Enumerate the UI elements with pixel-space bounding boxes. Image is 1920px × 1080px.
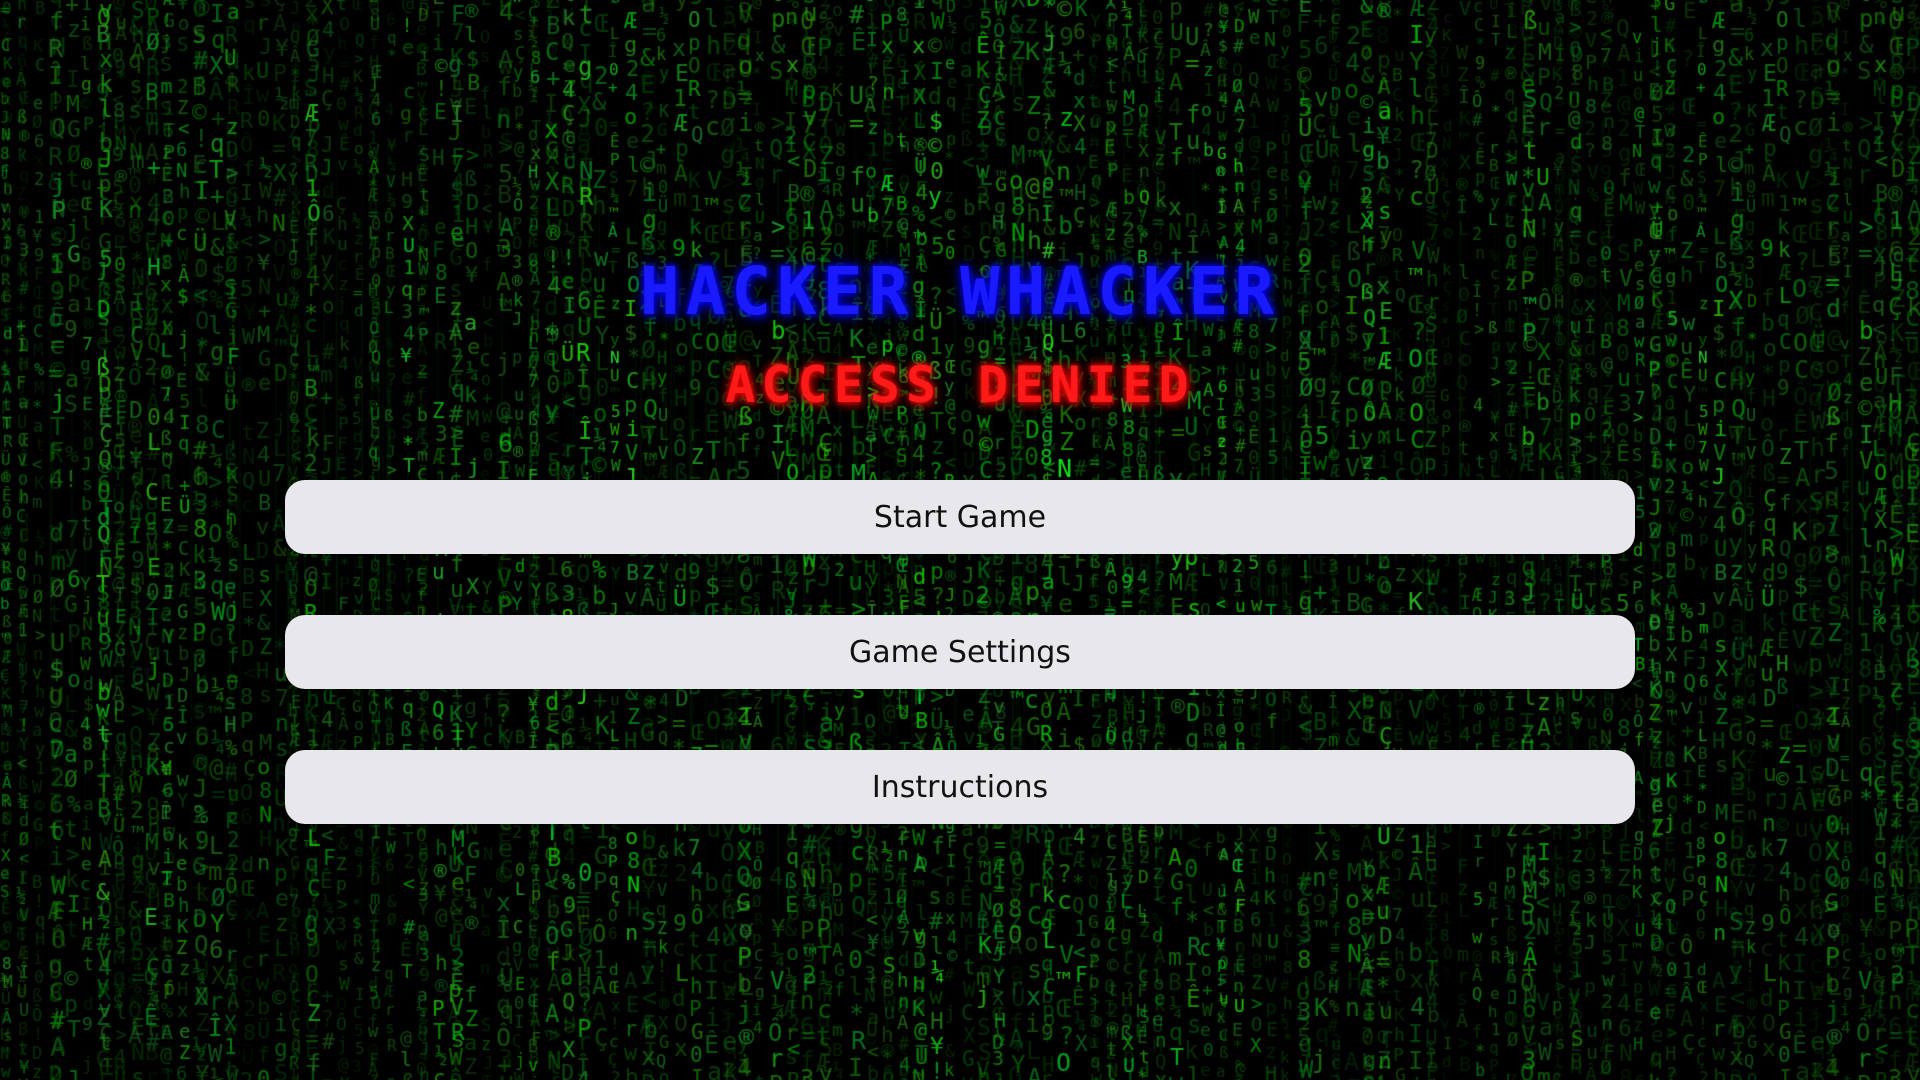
- instructions-button[interactable]: Instructions: [285, 750, 1635, 824]
- game-subtitle: ACCESS DENIED: [725, 356, 1195, 414]
- instructions-label: Instructions: [871, 769, 1049, 805]
- game-settings-button[interactable]: Game Settings: [285, 615, 1635, 689]
- game-settings-label: Game Settings: [849, 634, 1071, 670]
- game-title: HACKER WHACKER: [639, 253, 1281, 330]
- main-menu-screen: HACKER WHACKER ACCESS DENIED Start Game …: [0, 0, 1920, 1080]
- start-game-label: Start Game: [873, 499, 1047, 535]
- start-game-button[interactable]: Start Game: [285, 480, 1635, 554]
